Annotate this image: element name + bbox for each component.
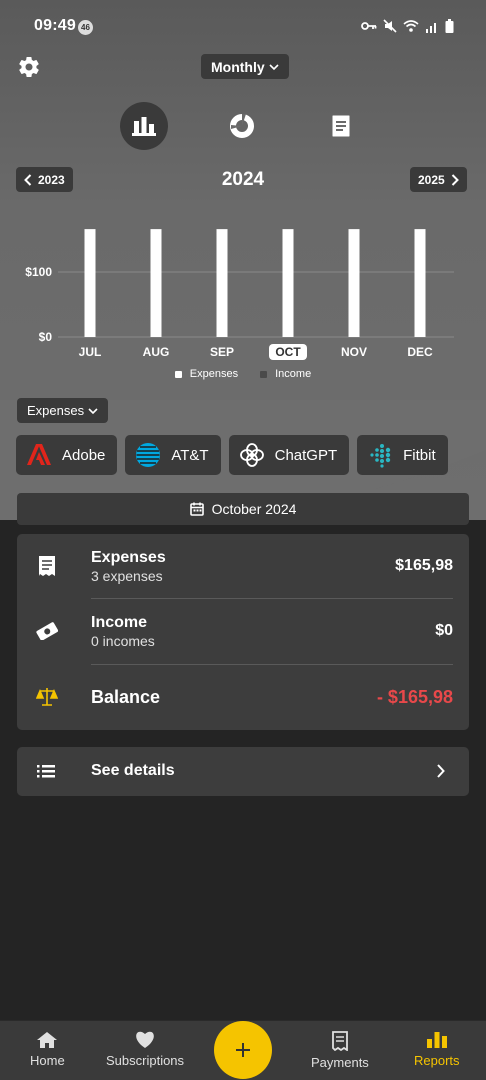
adobe-icon [26, 442, 52, 468]
att-icon [135, 442, 161, 468]
x-tick-label: DEC [407, 345, 433, 359]
nav-payments[interactable]: Payments [311, 1031, 369, 1070]
reports-icon [426, 1032, 447, 1048]
bar-expenses [216, 229, 228, 337]
balance-title: Balance [91, 687, 161, 707]
gear-icon [19, 57, 39, 78]
bar-expenses [414, 229, 426, 337]
settings-button[interactable] [17, 55, 41, 79]
bar-chart-view-button[interactable] [120, 102, 168, 150]
nav-home[interactable]: Home [30, 1031, 65, 1068]
list-view-button[interactable] [317, 102, 365, 150]
nav-home-label: Home [30, 1053, 65, 1068]
type-filter-dropdown[interactable]: Expenses [17, 398, 109, 423]
status-badge: 46 [78, 20, 93, 35]
summary-card: Expenses 3 expenses $165,98 Income 0 inc… [17, 534, 469, 730]
service-chip-att[interactable]: AT&T [125, 435, 221, 475]
battery-icon [445, 19, 454, 33]
plus-icon [236, 1043, 250, 1057]
bar-chart-icon [132, 117, 156, 136]
home-icon [37, 1032, 58, 1048]
bar-expenses [348, 229, 360, 337]
service-chip-label: ChatGPT [274, 446, 338, 464]
expenses-title: Expenses [91, 549, 166, 566]
receipt-icon [35, 554, 59, 578]
month-label: October 2024 [211, 501, 297, 517]
bar-expenses [150, 229, 162, 337]
x-tick-label: OCT [275, 345, 301, 359]
x-tick-label: AUG [143, 345, 170, 359]
service-chip-label: AT&T [171, 446, 209, 464]
period-dropdown[interactable]: Monthly [201, 54, 289, 79]
monthly-bar-chart: $0 $100 JUL AUG SEP OCT NOV DEC [25, 229, 454, 360]
legend-swatch-expenses [174, 370, 182, 378]
service-chip-label: Adobe [62, 446, 106, 464]
x-tick-label: SEP [210, 345, 234, 359]
pie-chart-view-button[interactable] [218, 102, 266, 150]
income-value: $0 [435, 622, 453, 639]
bar-expenses [282, 229, 294, 337]
legend-label-income: Income [275, 368, 312, 380]
income-title: Income [91, 614, 148, 631]
nav-reports-label: Reports [414, 1053, 460, 1068]
status-icons [361, 19, 454, 33]
heart-icon [136, 1031, 154, 1048]
expenses-value: $165,98 [395, 557, 453, 574]
next-year-label: 2025 [418, 172, 445, 187]
income-row[interactable]: Income 0 incomes $0 [17, 599, 469, 663]
bar-expenses [84, 229, 96, 337]
chevron-down-icon [88, 407, 98, 414]
chevron-right-icon [451, 173, 459, 186]
legend-item-expenses[interactable]: Expenses [174, 368, 239, 380]
service-chip-fitbit[interactable]: Fitbit [357, 435, 448, 475]
y-tick-label: $100 [25, 265, 52, 279]
balance-value: - $165,98 [376, 687, 453, 707]
legend-swatch-income [260, 370, 268, 378]
x-tick-label: JUL [79, 345, 102, 359]
period-label: Monthly [211, 58, 265, 75]
fitbit-icon [367, 442, 393, 468]
nav-reports[interactable]: Reports [414, 1031, 460, 1068]
chatgpt-icon [239, 442, 265, 468]
service-chips: Adobe AT&T ChatGPT Fitbit [16, 435, 448, 475]
see-details-label: See details [91, 762, 175, 779]
scale-icon [35, 685, 59, 709]
legend-item-income[interactable]: Income [260, 368, 311, 380]
y-tick-label: $0 [39, 330, 53, 344]
key-icon [361, 22, 377, 30]
service-chip-chatgpt[interactable]: ChatGPT [228, 435, 350, 475]
service-chip-adobe[interactable]: Adobe [16, 435, 118, 475]
nav-subscriptions-label: Subscriptions [106, 1053, 185, 1068]
chevron-down-icon [269, 63, 279, 70]
signal-icon [426, 22, 436, 33]
nav-subscriptions[interactable]: Subscriptions [106, 1031, 184, 1068]
donut-chart-icon [230, 114, 254, 138]
list-icon [37, 764, 55, 783]
cash-icon [35, 619, 59, 643]
type-filter-label: Expenses [27, 403, 85, 418]
calendar-icon [189, 502, 204, 516]
expenses-row[interactable]: Expenses 3 expenses $165,98 [17, 534, 469, 598]
chart-legend: Expenses Income [0, 368, 486, 380]
nav-payments-label: Payments [311, 1055, 369, 1070]
legend-label-expenses: Expenses [189, 368, 239, 380]
expenses-count: 3 expenses [91, 568, 163, 584]
x-tick-label: NOV [341, 345, 367, 359]
mute-icon [383, 19, 397, 33]
add-button[interactable] [214, 1021, 272, 1079]
status-time: 09:49 [34, 17, 76, 34]
see-details-button[interactable]: See details [17, 747, 469, 796]
income-count: 0 incomes [91, 633, 155, 649]
service-chip-label: Fitbit [403, 446, 436, 464]
chevron-right-icon [436, 764, 445, 783]
balance-row: Balance - $165,98 [17, 665, 469, 729]
document-icon [332, 115, 350, 137]
wifi-icon [403, 19, 419, 32]
next-year-button[interactable]: 2025 [410, 167, 467, 192]
payments-icon [332, 1031, 348, 1051]
month-header: October 2024 [17, 493, 469, 525]
